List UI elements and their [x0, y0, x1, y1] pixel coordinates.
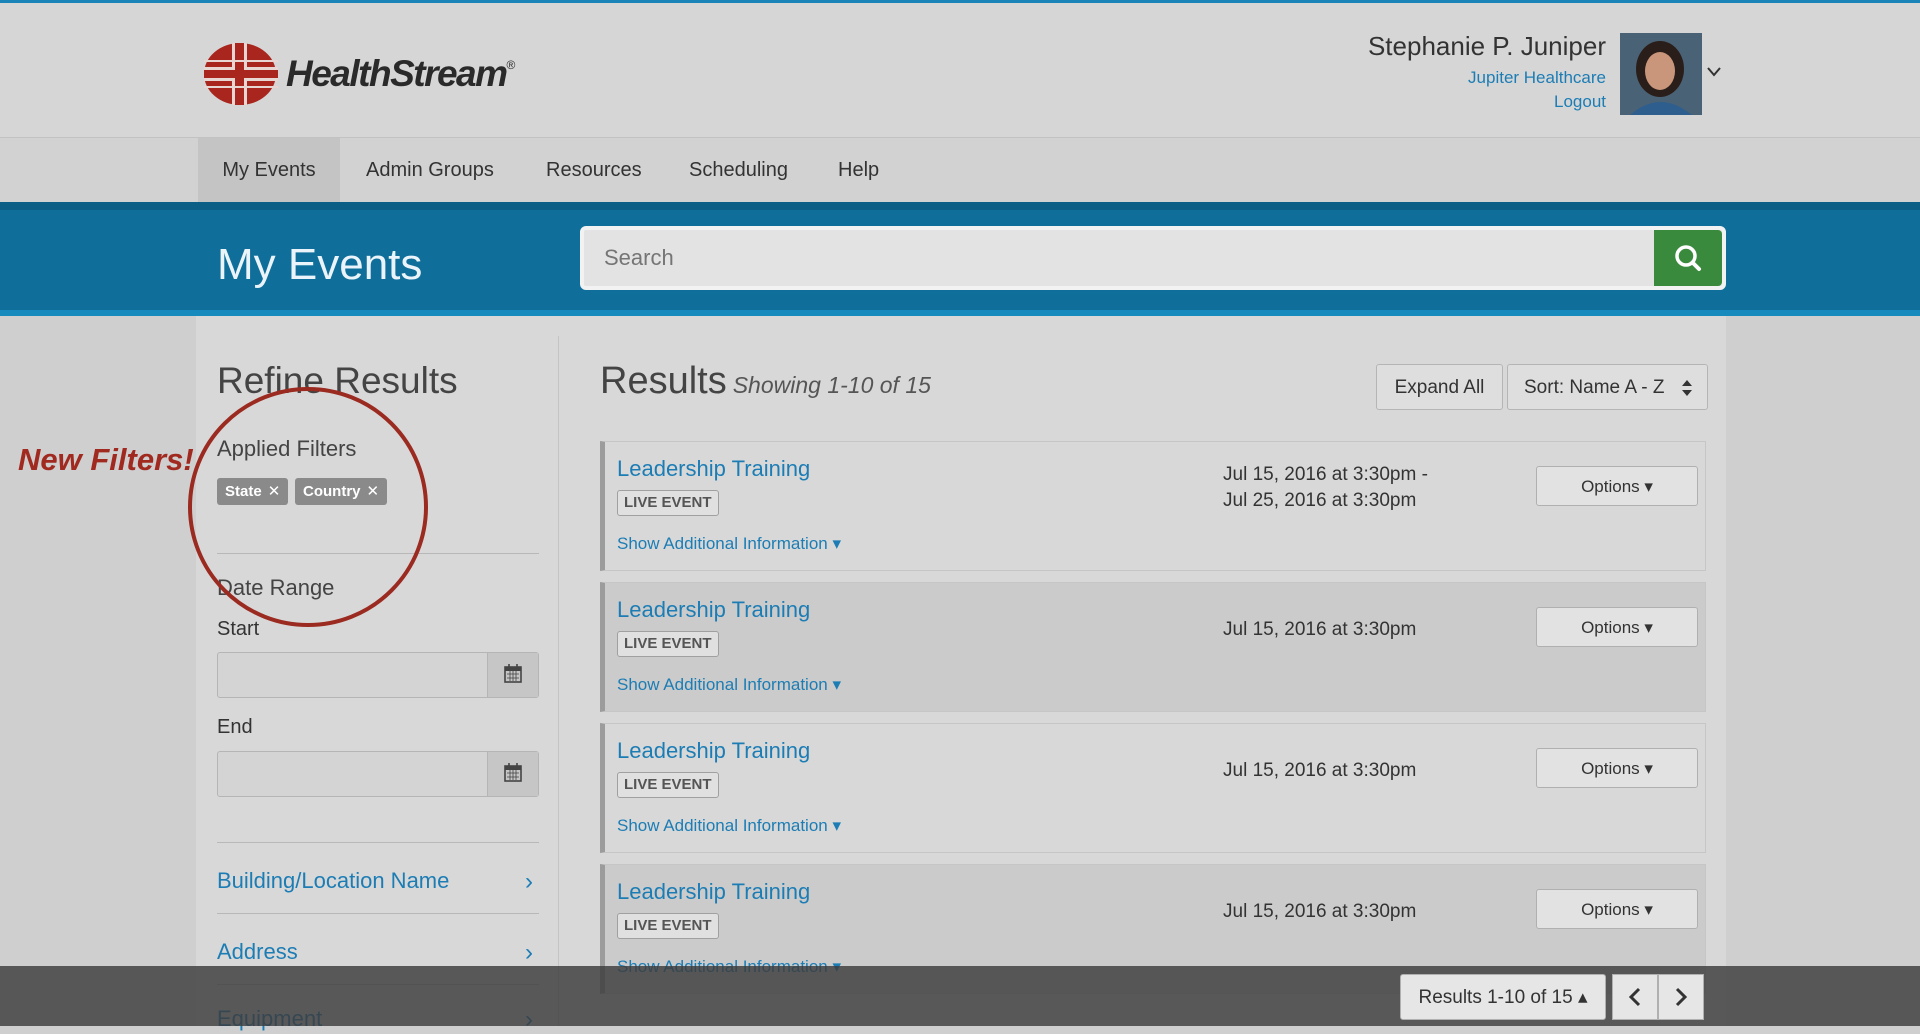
organization-link[interactable]: Jupiter Healthcare — [1368, 68, 1606, 88]
options-label: Options — [1581, 759, 1640, 778]
event-date-line: Jul 15, 2016 at 3:30pm — [1223, 760, 1417, 781]
options-button[interactable]: Options ▾ — [1536, 748, 1698, 788]
caret-down-icon: ▾ — [1644, 477, 1653, 496]
divider — [217, 842, 539, 843]
caret-up-icon: ▴ — [1577, 987, 1588, 1008]
results-heading: Results Showing 1-10 of 15 — [600, 360, 931, 403]
start-label: Start — [217, 618, 260, 640]
chevron-right-icon: › — [525, 939, 533, 966]
chevron-left-icon — [1628, 987, 1641, 1007]
calendar-icon[interactable] — [487, 653, 538, 697]
chevron-right-icon — [1675, 987, 1688, 1007]
event-card: Leadership Training LIVE EVENT Show Addi… — [600, 723, 1706, 853]
page-title: My Events — [217, 240, 423, 289]
more-label: Show Additional Information — [617, 675, 828, 694]
start-date-field[interactable] — [217, 652, 539, 698]
caret-down-icon: ▾ — [832, 675, 842, 694]
logout-link[interactable]: Logout — [1368, 92, 1606, 112]
end-date-field[interactable] — [217, 751, 539, 797]
search-bar — [580, 226, 1726, 290]
caret-down-icon: ▾ — [832, 816, 842, 835]
more-label: Show Additional Information — [617, 816, 828, 835]
facet-building-location[interactable]: Building/Location Name › — [217, 868, 539, 895]
results-title: Results — [600, 360, 727, 402]
search-icon — [1675, 245, 1701, 271]
divider — [217, 913, 539, 914]
event-date-line: Jul 25, 2016 at 3:30pm — [1223, 490, 1417, 511]
event-type-badge: LIVE EVENT — [617, 490, 719, 516]
event-date: Jul 15, 2016 at 3:30pm — [1223, 899, 1416, 925]
app-header: HealthStream ® Stephanie P. Juniper Jupi… — [0, 3, 1920, 138]
end-label: End — [217, 716, 253, 738]
facet-label: Building/Location Name — [217, 868, 450, 893]
chevron-right-icon: › — [525, 868, 533, 895]
event-type-badge: LIVE EVENT — [617, 913, 719, 939]
event-type-badge: LIVE EVENT — [617, 772, 719, 798]
options-label: Options — [1581, 618, 1640, 637]
facet-label: Address — [217, 939, 298, 964]
caret-down-icon: ▾ — [1644, 900, 1653, 919]
event-card: Leadership Training LIVE EVENT Show Addi… — [600, 582, 1706, 712]
event-name-link[interactable]: Leadership Training — [617, 597, 810, 623]
event-date: Jul 15, 2016 at 3:30pm - Jul 25, 2016 at… — [1223, 462, 1428, 514]
event-type-badge: LIVE EVENT — [617, 631, 719, 657]
sort-select[interactable]: Sort: Name A - Z — [1507, 364, 1708, 410]
more-label: Show Additional Information — [617, 534, 828, 553]
nav-item-my-events[interactable]: My Events — [198, 138, 340, 202]
options-button[interactable]: Options ▾ — [1536, 607, 1698, 647]
main-content: Refine Results Applied Filters State ✕ Co… — [196, 316, 1726, 1033]
chevron-down-icon[interactable] — [1707, 61, 1721, 82]
search-button[interactable] — [1654, 230, 1722, 286]
nav-item-help[interactable]: Help — [838, 138, 879, 202]
event-name-link[interactable]: Leadership Training — [617, 879, 810, 905]
main-nav: My Events Admin Groups Resources Schedul… — [0, 138, 1920, 202]
sort-arrows-icon — [1682, 380, 1692, 396]
pager-label: Results 1-10 of 15 — [1418, 987, 1573, 1008]
brand-name: HealthStream — [286, 53, 508, 94]
healthstream-logo[interactable]: HealthStream ® — [202, 41, 515, 107]
caret-down-icon: ▾ — [832, 534, 842, 553]
pager-results-dropdown[interactable]: Results 1-10 of 15 ▴ — [1400, 974, 1606, 1020]
options-button[interactable]: Options ▾ — [1536, 889, 1698, 929]
show-additional-info-link[interactable]: Show Additional Information ▾ — [617, 816, 841, 836]
registered-mark: ® — [506, 58, 516, 72]
options-label: Options — [1581, 477, 1640, 496]
user-panel: Stephanie P. Juniper Jupiter Healthcare … — [1368, 31, 1606, 112]
nav-item-scheduling[interactable]: Scheduling — [689, 138, 788, 202]
event-card: Leadership Training LIVE EVENT Show Addi… — [600, 441, 1706, 571]
event-date-line: Jul 15, 2016 at 3:30pm — [1223, 901, 1417, 922]
user-name: Stephanie P. Juniper — [1367, 31, 1606, 61]
event-date: Jul 15, 2016 at 3:30pm — [1223, 758, 1416, 784]
event-name-link[interactable]: Leadership Training — [617, 738, 810, 764]
previous-page-button[interactable] — [1612, 974, 1658, 1020]
annotation-callout: New Filters! — [18, 442, 194, 477]
nav-item-admin-groups[interactable]: Admin Groups — [366, 138, 494, 202]
sort-label: Sort: Name A - Z — [1524, 377, 1665, 398]
caret-down-icon: ▾ — [1644, 759, 1653, 778]
event-date: Jul 15, 2016 at 3:30pm — [1223, 617, 1416, 643]
caret-down-icon: ▾ — [1644, 618, 1653, 637]
calendar-icon[interactable] — [487, 752, 538, 796]
show-additional-info-link[interactable]: Show Additional Information ▾ — [617, 675, 841, 695]
next-page-button[interactable] — [1658, 974, 1704, 1020]
annotation-highlight-circle — [188, 387, 428, 627]
options-label: Options — [1581, 900, 1640, 919]
expand-all-button[interactable]: Expand All — [1376, 364, 1503, 410]
search-input[interactable] — [584, 230, 1654, 286]
healthstream-logo-icon — [204, 43, 278, 105]
event-name-link[interactable]: Leadership Training — [617, 456, 810, 482]
facet-address[interactable]: Address › — [217, 939, 539, 966]
event-date-line: Jul 15, 2016 at 3:30pm - — [1223, 464, 1428, 485]
results-count: Showing 1-10 of 15 — [732, 372, 931, 398]
nav-item-resources[interactable]: Resources — [546, 138, 642, 202]
show-additional-info-link[interactable]: Show Additional Information ▾ — [617, 534, 841, 554]
avatar[interactable] — [1620, 33, 1702, 115]
event-date-line: Jul 15, 2016 at 3:30pm — [1223, 619, 1417, 640]
options-button[interactable]: Options ▾ — [1536, 466, 1698, 506]
user-photo-icon — [1620, 33, 1702, 115]
